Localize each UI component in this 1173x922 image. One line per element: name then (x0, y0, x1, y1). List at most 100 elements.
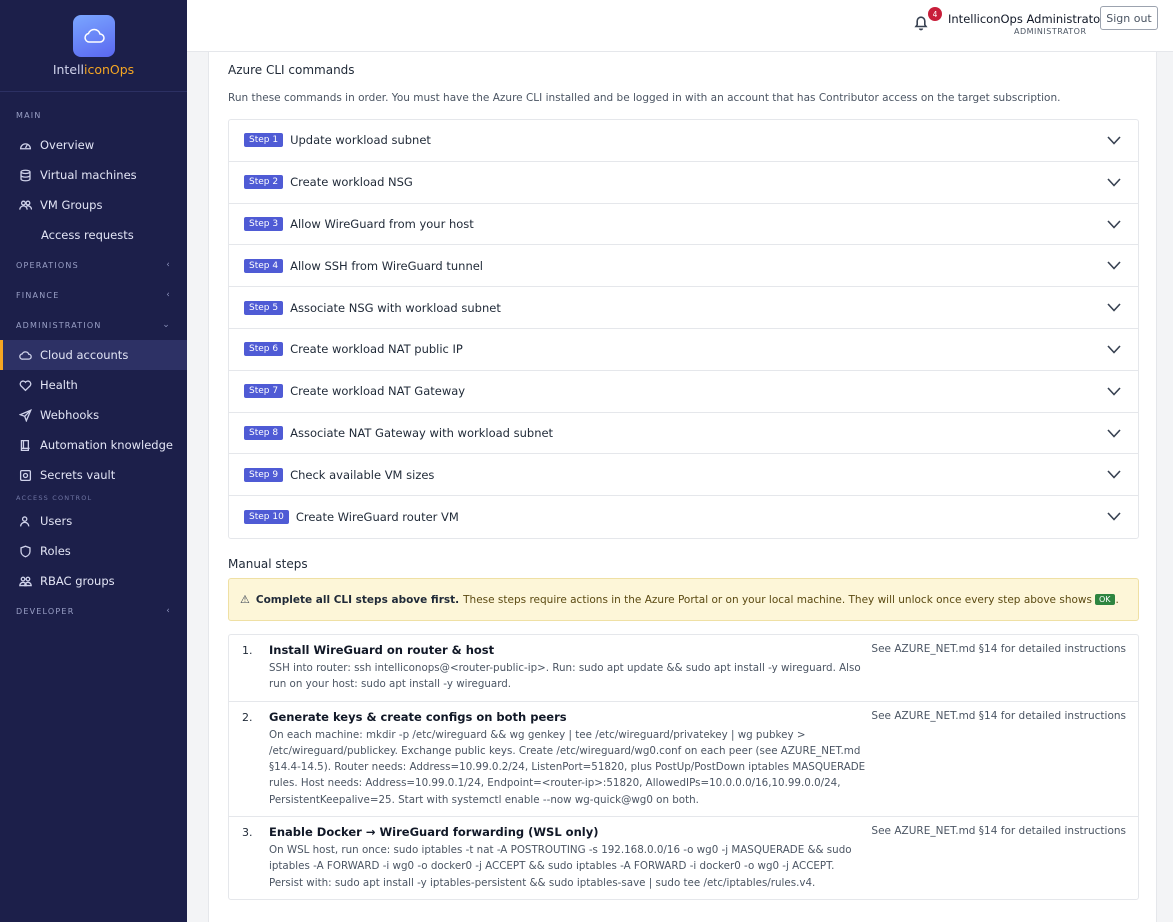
manual-step-body: SSH into router: ssh intelliconops@<rout… (269, 662, 861, 691)
chevron-down-icon[interactable] (1107, 176, 1121, 187)
sidebar-item-overview[interactable]: Overview (0, 130, 187, 160)
chevron-down-icon[interactable] (1107, 134, 1121, 145)
chevron-down-icon[interactable] (1107, 385, 1121, 396)
step-row-6[interactable]: Step 6 Create workload NAT public IP (229, 329, 1138, 371)
nav-section-operations[interactable]: OPERATIONS ‹ (0, 250, 187, 280)
step-badge: Step 10 (244, 510, 289, 525)
chevron-down-icon[interactable] (1107, 427, 1121, 438)
step-badge: Step 5 (244, 300, 284, 315)
main-panel: Azure CLI commands Run these commands in… (208, 52, 1157, 922)
step-row-2[interactable]: Step 2 Create workload NSG (229, 162, 1138, 204)
step-badge: Step 3 (244, 216, 284, 231)
chevron-down-icon[interactable] (1107, 510, 1121, 521)
nav-section-administration[interactable]: ADMINISTRATION ⌄ (0, 310, 187, 340)
step-badge: Step 4 (244, 258, 284, 273)
sidebar-item-webhooks[interactable]: Webhooks (0, 400, 187, 430)
sidebar-item-automation-knowledge[interactable]: Automation knowledge (0, 430, 187, 460)
step-badge: Step 1 (244, 133, 284, 148)
step-badge: Step 9 (244, 467, 284, 482)
chevron-left-icon: ‹ (166, 290, 171, 300)
manual-step-body: On WSL host, run once: sudo iptables -t … (269, 844, 852, 889)
step-title: Allow SSH from WireGuard tunnel (290, 258, 484, 273)
step-title: Associate NSG with workload subnet (290, 300, 501, 315)
azure-cli-title: Azure CLI commands (228, 63, 355, 77)
user-role: ADMINISTRATOR (1014, 27, 1087, 36)
step-row-4[interactable]: Step 4 Allow SSH from WireGuard tunnel (229, 245, 1138, 288)
top-header: 4 IntelliconOps Administrator ADMINISTRA… (187, 0, 1173, 52)
sidebar-item-label: Roles (40, 544, 71, 558)
database-icon (18, 168, 32, 182)
sidebar-item-label: RBAC groups (40, 574, 115, 588)
manual-step-reference: See AZURE_NET.md §14 for detailed instru… (871, 825, 1126, 838)
step-row-3[interactable]: Step 3 Allow WireGuard from your host (229, 204, 1138, 246)
step-badge: Step 8 (244, 425, 284, 440)
chevron-left-icon: ‹ (166, 260, 171, 270)
sidebar-item-users[interactable]: Users (0, 506, 187, 536)
manual-step-1: 1. Install WireGuard on router & host SS… (229, 635, 1138, 702)
cloud-logo-icon (72, 15, 115, 57)
cloud-icon (18, 348, 32, 362)
vault-icon (18, 468, 32, 482)
sidebar-item-vm-groups[interactable]: VM Groups (0, 190, 187, 220)
sidebar-item-roles[interactable]: Roles (0, 536, 187, 566)
sidebar-item-access-requests[interactable]: Access requests (0, 220, 187, 250)
step-badge: Step 2 (244, 175, 284, 190)
nav-section-access-control: ACCESS CONTROL (16, 494, 93, 502)
sidebar-item-health[interactable]: Health (0, 370, 187, 400)
step-row-10[interactable]: Step 10 Create WireGuard router VM (229, 496, 1138, 538)
page-scrollbar[interactable] (1160, 52, 1173, 922)
chevron-down-icon[interactable] (1107, 343, 1121, 354)
warning-text: These steps require actions in the Azure… (463, 593, 1092, 606)
people-icon (18, 574, 32, 588)
manual-step-3: 3. Enable Docker → WireGuard forwarding … (229, 817, 1138, 899)
sidebar-item-label: Cloud accounts (40, 348, 129, 362)
step-row-8[interactable]: Step 8 Associate NAT Gateway with workloa… (229, 413, 1138, 455)
cli-steps-accordion: Step 1 Update workload subnet Step 2 Creat… (228, 119, 1139, 539)
nav-section-finance[interactable]: FINANCE ‹ (0, 280, 187, 310)
sidebar-item-label: VM Groups (40, 198, 103, 212)
users-group-icon (18, 198, 32, 212)
azure-cli-description: Run these commands in order. You must ha… (228, 92, 1061, 104)
locked-warning-banner: ⚠ Complete all CLI steps above first. Th… (228, 578, 1139, 621)
gauge-icon (18, 138, 32, 152)
chevron-down-icon[interactable] (1107, 468, 1121, 480)
step-row-1[interactable]: Step 1 Update workload subnet (229, 120, 1138, 162)
ok-badge: OK (1094, 594, 1115, 605)
sidebar-item-rbac-groups[interactable]: RBAC groups (0, 566, 187, 596)
manual-steps-title: Manual steps (228, 557, 308, 571)
sidebar-item-label: Access requests (41, 228, 134, 242)
step-row-7[interactable]: Step 7 Create workload NAT Gateway (229, 371, 1138, 413)
chevron-left-icon: ‹ (166, 606, 171, 616)
step-row-9[interactable]: Step 9 Check available VM sizes (229, 454, 1138, 497)
step-title: Create WireGuard router VM (295, 510, 459, 525)
sidebar: IntelliconOps MAIN Overview Virtual mach… (0, 0, 187, 922)
nav-section-developer[interactable]: DEVELOPER ‹ (0, 596, 187, 626)
sidebar-item-secrets-vault[interactable]: Secrets vault (0, 460, 187, 490)
manual-step-reference: See AZURE_NET.md §14 for detailed instru… (871, 643, 1126, 655)
manual-step-2: 2. Generate keys & create configs on bot… (229, 702, 1138, 818)
step-row-5[interactable]: Step 5 Associate NSG with workload subnet (229, 287, 1138, 329)
sidebar-item-label: Secrets vault (40, 468, 116, 482)
user-name: IntelliconOps Administrator (948, 12, 1105, 26)
sidebar-item-virtual-machines[interactable]: Virtual machines (0, 160, 187, 190)
chevron-down-icon[interactable] (1107, 218, 1121, 229)
brand[interactable]: IntelliconOps (0, 0, 187, 92)
step-title: Update workload subnet (290, 133, 431, 148)
heart-icon (18, 378, 32, 392)
sidebar-item-label: Automation knowledge (40, 438, 173, 452)
step-title: Create workload NAT public IP (290, 342, 463, 357)
chevron-down-icon[interactable] (1107, 301, 1121, 312)
shield-icon (18, 544, 32, 558)
nav-section-main: MAIN (16, 110, 42, 120)
manual-step-number: 2. (242, 710, 253, 724)
sign-out-button[interactable]: Sign out (1100, 6, 1158, 30)
sidebar-item-cloud-accounts[interactable]: Cloud accounts (0, 340, 187, 370)
step-badge: Step 6 (244, 342, 284, 357)
sidebar-item-label: Overview (40, 138, 95, 152)
brand-name: IntelliconOps (52, 62, 135, 77)
step-title: Create workload NSG (290, 175, 413, 190)
step-title: Check available VM sizes (290, 467, 435, 482)
step-title: Create workload NAT Gateway (290, 384, 466, 399)
user-icon (18, 514, 32, 528)
chevron-down-icon[interactable] (1107, 259, 1121, 271)
